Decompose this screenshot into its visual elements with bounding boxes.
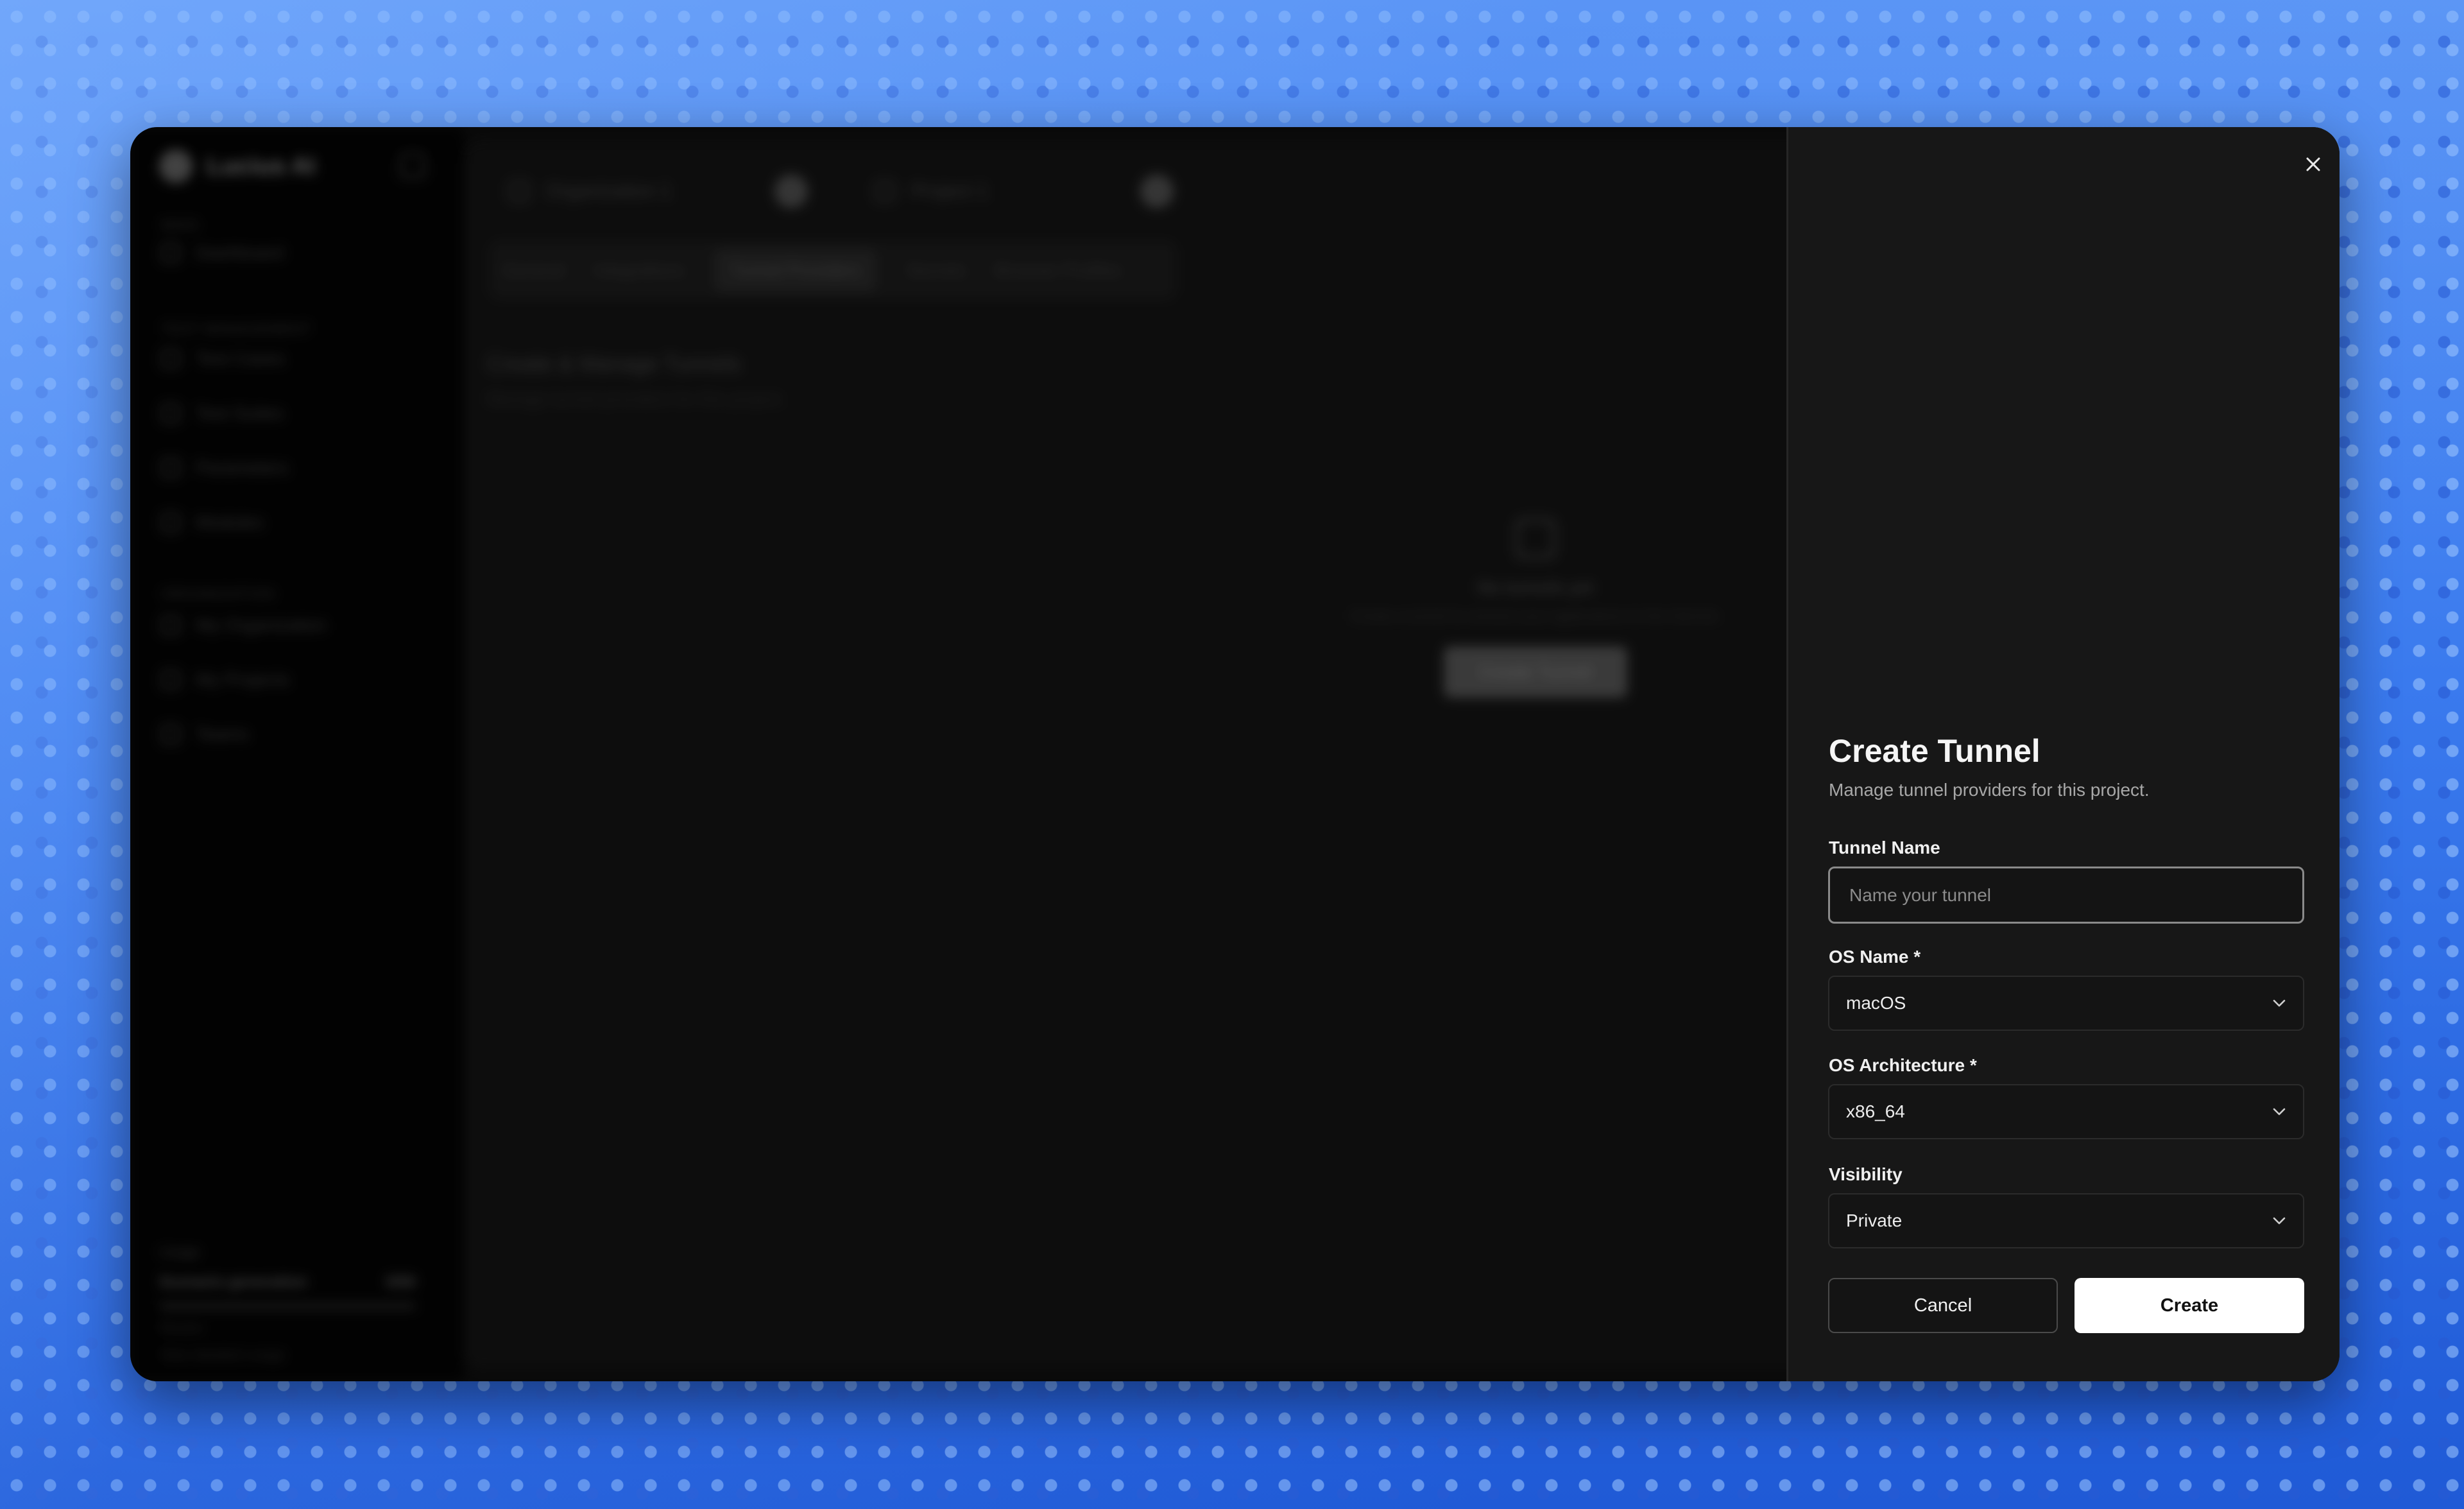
organization-icon xyxy=(161,616,180,635)
os-name-select[interactable]: macOS xyxy=(1828,976,2304,1031)
create-button[interactable]: Create xyxy=(2075,1278,2304,1333)
app-window: Lucius AI MAIN Dashboard TEST MANAGEMENT… xyxy=(130,127,2340,1381)
sidebar-collapse-icon[interactable] xyxy=(400,153,425,178)
sidebar-item-my-projects[interactable]: My Projects xyxy=(161,669,289,690)
tab-general[interactable]: General xyxy=(502,261,564,280)
sidebar-item-label: My Projects xyxy=(196,669,290,689)
parameters-icon xyxy=(161,458,180,478)
sidebar-item-test-cases[interactable]: Test Cases xyxy=(161,349,285,369)
usage-metric: Scenario generation xyxy=(159,1273,307,1291)
project-settings-icon[interactable] xyxy=(1140,175,1174,208)
page-title: Create & Manage Tunnels xyxy=(487,352,741,376)
test-suites-icon xyxy=(161,404,180,423)
sidebar-item-teams[interactable]: Teams xyxy=(161,724,248,745)
sidebar-section-label: TEST MANAGEMENT xyxy=(161,321,312,337)
cancel-button[interactable]: Cancel xyxy=(1828,1278,2058,1333)
visibility-value: Private xyxy=(1846,1211,1903,1230)
tab-integrations[interactable]: Integrations xyxy=(594,261,684,280)
modules-icon xyxy=(161,513,180,532)
os-architecture-label: OS Architecture * xyxy=(1829,1055,1977,1075)
usage-note[interactable]: View detailed usage xyxy=(159,1347,416,1363)
organization-icon xyxy=(509,181,529,202)
sidebar-section-label: ORGANIZATION xyxy=(161,586,275,602)
project-icon xyxy=(875,181,895,202)
sidebar-item-test-suites[interactable]: Test Suites xyxy=(161,403,284,424)
drawer-title: Create Tunnel xyxy=(1829,733,2041,769)
usage-label: Usage xyxy=(159,1244,200,1260)
main-content: Organization 1 Project 1 General Integra… xyxy=(464,140,1972,1369)
teams-icon xyxy=(161,725,180,744)
tab-tunnel-providers[interactable]: Tunnel Providers xyxy=(714,248,878,292)
sidebar-item-dashboard[interactable]: Dashboard xyxy=(161,243,284,263)
sidebar-item-label: Test Suites xyxy=(196,403,284,423)
sidebar-item-modules[interactable]: Modules xyxy=(161,512,264,533)
sidebar-item-label: Modules xyxy=(196,512,264,532)
tab-secrets[interactable]: Secrets xyxy=(907,261,966,280)
visibility-label: Visibility xyxy=(1829,1164,1903,1184)
sidebar-item-label: Teams xyxy=(196,724,249,744)
empty-state: No tunnels yet Create a tunnel to connec… xyxy=(1311,519,1760,698)
brand: Lucius AI xyxy=(159,150,316,183)
chevron-down-icon xyxy=(2272,999,2286,1008)
tunnel-name-label: Tunnel Name xyxy=(1829,838,1940,858)
os-architecture-value: x86_64 xyxy=(1846,1101,1905,1121)
sidebar-item-parameters[interactable]: Parameters xyxy=(161,458,289,478)
page-subtitle: Manage tunnel providers for this project… xyxy=(487,389,785,408)
dashboard-icon xyxy=(161,243,180,263)
project-selector-label: Project 1 xyxy=(912,180,988,202)
usage-panel: Usage Scenario generation 0/50 Resets Vi… xyxy=(159,1244,416,1363)
projects-icon xyxy=(161,670,180,689)
visibility-select[interactable]: Private xyxy=(1828,1193,2304,1248)
os-architecture-select[interactable]: x86_64 xyxy=(1828,1084,2304,1139)
sidebar: Lucius AI MAIN Dashboard TEST MANAGEMENT… xyxy=(130,127,464,1381)
sidebar-item-my-organization[interactable]: My Organization xyxy=(161,615,327,635)
organization-selector[interactable]: Organization 1 xyxy=(509,166,808,217)
usage-progress-bar xyxy=(159,1303,416,1309)
brand-name: Lucius AI xyxy=(207,152,316,180)
empty-state-title: No tunnels yet xyxy=(1478,578,1593,597)
drawer-description: Manage tunnel providers for this project… xyxy=(1829,780,2150,800)
test-cases-icon xyxy=(161,349,180,368)
usage-reset: Resets xyxy=(159,1320,203,1336)
chevron-down-icon xyxy=(2272,1216,2286,1225)
os-name-value: macOS xyxy=(1846,993,1906,1013)
organization-settings-icon[interactable] xyxy=(774,175,808,208)
close-icon[interactable] xyxy=(2295,146,2331,182)
tunnel-name-input[interactable] xyxy=(1828,867,2304,924)
create-tunnel-drawer: Create Tunnel Manage tunnel providers fo… xyxy=(1786,127,2340,1381)
empty-state-description: Create a tunnel to connect your applicat… xyxy=(1350,608,1721,624)
organization-selector-label: Organization 1 xyxy=(546,180,672,202)
sidebar-item-label: Dashboard xyxy=(196,243,284,263)
create-tunnel-button[interactable]: Create Tunnel xyxy=(1444,646,1627,698)
sidebar-item-label: Test Cases xyxy=(196,349,285,368)
usage-count: 0/50 xyxy=(386,1273,416,1291)
usage-row: Scenario generation 0/50 xyxy=(159,1273,416,1291)
sidebar-section-label: MAIN xyxy=(161,217,199,233)
tab-browser-profiles[interactable]: Browser Profiles xyxy=(995,261,1122,280)
chevron-down-icon xyxy=(2272,1107,2286,1116)
os-name-label: OS Name * xyxy=(1829,947,1921,967)
sidebar-item-label: Parameters xyxy=(196,458,289,478)
project-selector[interactable]: Project 1 xyxy=(875,166,1174,217)
tunnel-icon xyxy=(1516,519,1555,558)
sidebar-item-label: My Organization xyxy=(196,615,327,635)
settings-tabs: General Integrations Tunnel Providers Se… xyxy=(490,241,1176,299)
brand-logo-icon xyxy=(159,150,193,183)
